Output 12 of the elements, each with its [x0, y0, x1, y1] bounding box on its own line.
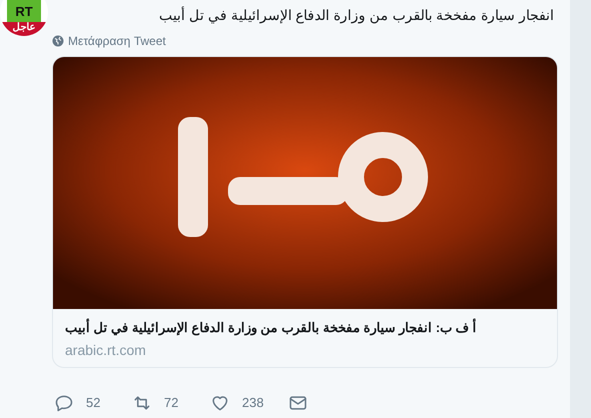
tweet-text: انفجار سيارة مفخخة بالقرب من وزارة الدفاع الإسرائيلية في تل أبيب [158, 5, 555, 26]
logo-text: RT [15, 5, 33, 18]
reply-icon[interactable] [54, 393, 74, 413]
card-title: أ ف ب: انفجار سيارة مفخخة بالقرب من وزارة الدفاع الإسرائيلية في تل أبيب [65, 319, 476, 337]
like-count: 238 [242, 394, 264, 412]
globe-icon [52, 35, 64, 47]
banner-text: عاجل [12, 22, 36, 35]
heart-icon[interactable] [210, 393, 230, 413]
retweet-count: 72 [164, 394, 178, 412]
translate-link[interactable]: Μετάφραση Tweet [52, 32, 166, 50]
card-domain: arabic.rt.com [65, 341, 146, 359]
reply-count: 52 [86, 394, 100, 412]
